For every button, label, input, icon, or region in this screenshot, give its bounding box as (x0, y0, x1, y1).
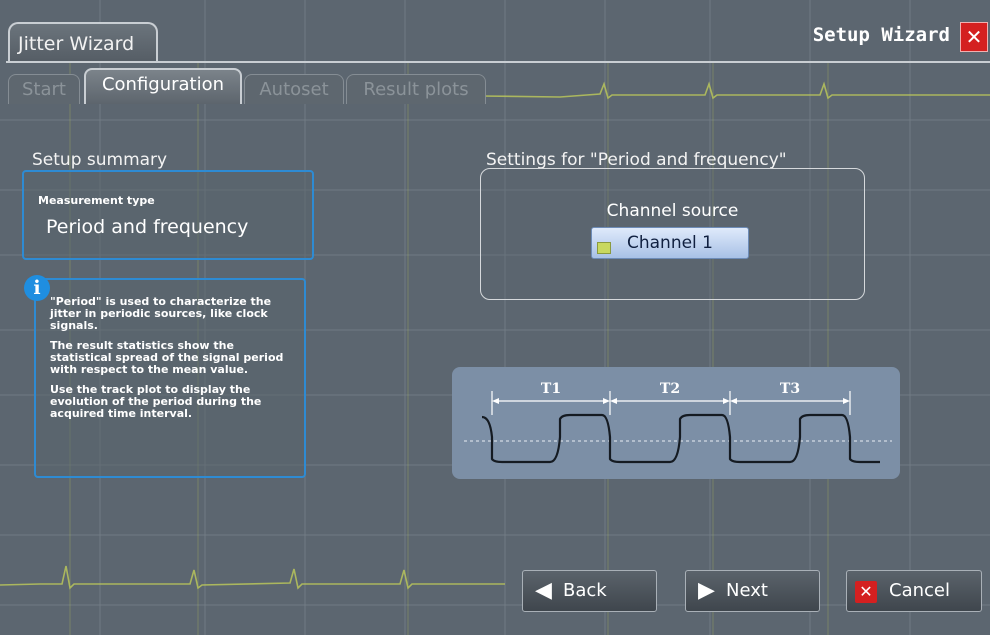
channel-source-label: Channel source (606, 201, 739, 221)
left-arrow-icon: ◀ (535, 578, 552, 603)
right-arrow-icon: ▶ (698, 578, 715, 603)
tab-result-plots[interactable]: Result plots (346, 74, 486, 104)
measurement-type-box: Measurement type Period and frequency (22, 170, 314, 260)
setup-summary-heading: Setup summary (32, 150, 168, 170)
wizard-title: Jitter Wizard (18, 33, 135, 55)
tab-autoset[interactable]: Autoset (244, 74, 344, 104)
settings-box: Channel source Channel 1 (480, 168, 865, 300)
period-label-t2: T2 (660, 381, 680, 397)
wizard-title-tab: Jitter Wizard (8, 22, 158, 62)
info-paragraph-3: Use the track plot to display the evolut… (50, 383, 262, 420)
title-divider (6, 61, 990, 63)
info-paragraph-1: "Period" is used to characterize the jit… (50, 295, 272, 332)
tab-configuration[interactable]: Configuration (84, 68, 242, 104)
channel-source-button[interactable]: Channel 1 (591, 227, 749, 259)
cancel-x-icon: ✕ (855, 581, 877, 603)
period-label-t3: T3 (780, 381, 800, 397)
period-label-t1: T1 (541, 381, 561, 397)
period-diagram-svg: T1 T2 T3 (464, 381, 892, 464)
measurement-type-value: Period and frequency (46, 216, 249, 238)
cancel-label: Cancel (889, 580, 950, 601)
setup-wizard-heading: Setup Wizard (812, 24, 950, 46)
settings-heading: Settings for "Period and frequency" (486, 150, 787, 170)
channel-source-value: Channel 1 (626, 233, 713, 253)
info-box: "Period" is used to characterize the jit… (34, 278, 306, 478)
tab-start[interactable]: Start (8, 74, 80, 104)
info-paragraph-2: The result statistics show the statistic… (50, 339, 284, 376)
channel-color-icon (597, 242, 611, 254)
next-label: Next (726, 580, 768, 601)
measurement-type-label: Measurement type (38, 194, 155, 207)
close-x-icon[interactable]: ✕ (960, 22, 988, 52)
cancel-button[interactable]: ✕ Cancel (846, 570, 982, 612)
period-diagram: T1 T2 T3 (452, 367, 900, 479)
info-icon: i (24, 275, 50, 301)
next-button[interactable]: ▶ Next (685, 570, 820, 612)
back-button[interactable]: ◀ Back (522, 570, 657, 612)
back-label: Back (563, 580, 607, 601)
